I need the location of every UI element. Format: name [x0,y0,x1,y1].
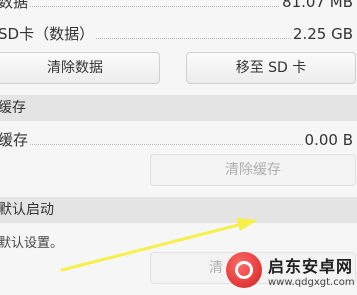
cache-value: 0.00 B [302,130,353,150]
data-label: 数据 [0,0,31,12]
cache-section-header: 缓存 [0,95,357,121]
watermark-brand: 启东安卓网 [268,256,354,276]
watermark-url: www.qdgxgt.com [268,276,355,288]
clear-data-button[interactable]: 清除数据 [0,52,160,84]
default-launch-section-title: 默认启动 [0,202,54,218]
cache-section-title: 缓存 [0,100,26,116]
dotted-leader [0,144,353,145]
watermark-logo: 启东安卓网 www.qdgxgt.com [226,248,355,292]
clear-cache-button[interactable]: 清除缓存 [150,154,356,186]
default-launch-description: 默认设置。 [0,236,64,251]
logo-icon [226,252,262,288]
data-value: 81.07 MB [280,0,353,12]
cache-label: 缓存 [0,130,31,150]
sd-data-label: SD卡（数据） [0,24,97,44]
default-launch-section-header: 默认启动 [0,197,357,223]
sd-data-value: 2.25 GB [290,24,353,44]
move-to-sd-button[interactable]: 移至 SD 卡 [186,52,356,84]
